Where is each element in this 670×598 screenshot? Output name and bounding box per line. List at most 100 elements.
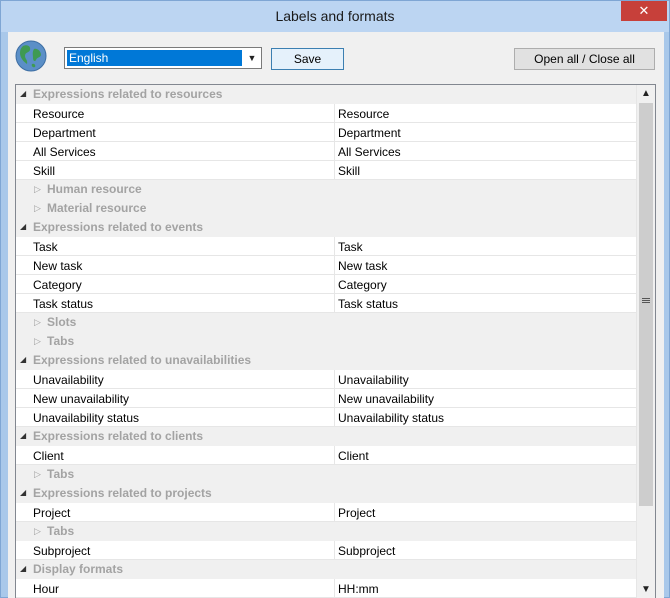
expression-value[interactable]: Skill <box>338 164 360 178</box>
expand-triangle-icon[interactable]: ▷ <box>34 335 44 347</box>
table-row[interactable]: Unavailability Unavailability <box>16 370 636 389</box>
close-button[interactable]: ✕ <box>621 1 667 21</box>
expression-value[interactable]: New unavailability <box>338 392 434 406</box>
expression-key: All Services <box>33 145 96 159</box>
expression-key: Skill <box>33 164 56 178</box>
expression-value[interactable]: HH:mm <box>338 582 379 596</box>
save-button[interactable]: Save <box>271 48 344 70</box>
column-divider <box>334 256 335 275</box>
expression-key: Project <box>33 506 71 520</box>
subgroup-label: Slots <box>47 315 77 329</box>
globe-icon <box>15 40 47 72</box>
group-label: Expressions related to clients <box>33 429 204 443</box>
expression-value[interactable]: Department <box>338 126 401 140</box>
table-row[interactable]: New task New task <box>16 256 636 275</box>
collapse-triangle-icon[interactable]: ◢ <box>20 88 30 100</box>
open-close-all-button[interactable]: Open all / Close all <box>514 48 655 70</box>
table-row[interactable]: Category Category <box>16 275 636 294</box>
group-row[interactable]: ◢ Expressions related to projects <box>16 484 636 503</box>
expand-triangle-icon[interactable]: ▷ <box>34 183 44 195</box>
subgroup-label: Tabs <box>47 524 75 538</box>
table-row[interactable]: Department Department <box>16 123 636 142</box>
subgroup-label: Tabs <box>47 467 75 481</box>
collapse-triangle-icon[interactable]: ◢ <box>20 354 30 366</box>
expression-key: New unavailability <box>33 392 130 406</box>
column-divider <box>334 142 335 161</box>
subgroup-row[interactable]: ▷ Tabs <box>16 465 636 484</box>
table-row[interactable]: New unavailability New unavailability <box>16 389 636 408</box>
vertical-scrollbar[interactable]: ▲ ▼ <box>636 85 655 598</box>
collapse-triangle-icon[interactable]: ◢ <box>20 487 30 499</box>
expression-value[interactable]: Task <box>338 240 363 254</box>
collapse-triangle-icon[interactable]: ◢ <box>20 221 30 233</box>
table-row[interactable]: Resource Resource <box>16 104 636 123</box>
expand-triangle-icon[interactable]: ▷ <box>34 316 44 328</box>
expression-key: New task <box>33 259 83 273</box>
grip-icon <box>642 298 650 299</box>
column-divider <box>334 389 335 408</box>
table-row[interactable]: Unavailability status Unavailability stat… <box>16 408 636 427</box>
subgroup-label: Material resource <box>47 201 147 215</box>
column-divider <box>334 370 335 389</box>
chevron-down-icon[interactable]: ▼ <box>245 50 259 66</box>
language-dropdown[interactable]: English ▼ <box>64 47 262 69</box>
table-row[interactable]: All Services All Services <box>16 142 636 161</box>
expand-triangle-icon[interactable]: ▷ <box>34 525 44 537</box>
scroll-down-icon[interactable]: ▼ <box>637 581 655 598</box>
table-row[interactable]: Project Project <box>16 503 636 522</box>
expression-value[interactable]: Category <box>338 278 387 292</box>
subgroup-row[interactable]: ▷ Tabs <box>16 332 636 351</box>
subgroup-row[interactable]: ▷ Tabs <box>16 522 636 541</box>
expression-key: Unavailability status <box>33 411 140 425</box>
group-label: Expressions related to unavailabilities <box>33 353 252 367</box>
expression-value[interactable]: Subproject <box>338 544 395 558</box>
collapse-triangle-icon[interactable]: ◢ <box>20 430 30 442</box>
subgroup-label: Human resource <box>47 182 142 196</box>
scroll-up-icon[interactable]: ▲ <box>637 85 655 102</box>
column-divider <box>334 446 335 465</box>
subgroup-row[interactable]: ▷ Material resource <box>16 199 636 218</box>
column-divider <box>334 579 335 598</box>
group-row[interactable]: ◢ Expressions related to events <box>16 218 636 237</box>
expression-key: Unavailability <box>33 373 104 387</box>
subgroup-row[interactable]: ▷ Human resource <box>16 180 636 199</box>
expression-key: Resource <box>33 107 85 121</box>
expression-value[interactable]: Unavailability status <box>338 411 444 425</box>
expression-value[interactable]: Project <box>338 506 375 520</box>
expression-value[interactable]: Task status <box>338 297 398 311</box>
expression-key: Hour <box>33 582 60 596</box>
grid-rows: ◢ Expressions related to resources Resourc… <box>16 85 636 598</box>
group-label: Expressions related to events <box>33 220 204 234</box>
language-value: English <box>67 50 242 66</box>
table-row[interactable]: Client Client <box>16 446 636 465</box>
group-row[interactable]: ◢ Expressions related to unavailabilities <box>16 351 636 370</box>
table-row[interactable]: Skill Skill <box>16 161 636 180</box>
collapse-triangle-icon[interactable]: ◢ <box>20 563 30 575</box>
group-row[interactable]: ◢ Expressions related to clients <box>16 427 636 446</box>
expand-triangle-icon[interactable]: ▷ <box>34 202 44 214</box>
labels-formats-window: Labels and formats ✕ English ▼ Save Open… <box>0 0 670 598</box>
column-divider <box>334 294 335 313</box>
subgroup-label: Tabs <box>47 334 75 348</box>
table-row[interactable]: Hour HH:mm <box>16 579 636 598</box>
subgroup-row[interactable]: ▷ Slots <box>16 313 636 332</box>
group-row[interactable]: ◢ Display formats <box>16 560 636 579</box>
expression-value[interactable]: All Services <box>338 145 401 159</box>
labels-grid: ◢ Expressions related to resources Resourc… <box>15 84 656 598</box>
expression-value[interactable]: Unavailability <box>338 373 409 387</box>
expression-key: Subproject <box>33 544 91 558</box>
column-divider <box>334 237 335 256</box>
table-row[interactable]: Task Task <box>16 237 636 256</box>
group-row[interactable]: ◢ Expressions related to resources <box>16 85 636 104</box>
scroll-thumb[interactable] <box>639 103 653 506</box>
table-row[interactable]: Subproject Subproject <box>16 541 636 560</box>
expand-triangle-icon[interactable]: ▷ <box>34 468 44 480</box>
expression-value[interactable]: New task <box>338 259 387 273</box>
expression-value[interactable]: Resource <box>338 107 389 121</box>
column-divider <box>334 104 335 123</box>
dialog-body: English ▼ Save Open all / Close all ◢ Exp… <box>8 32 664 598</box>
table-row[interactable]: Task status Task status <box>16 294 636 313</box>
column-divider <box>334 161 335 180</box>
column-divider <box>334 408 335 427</box>
expression-value[interactable]: Client <box>338 449 369 463</box>
